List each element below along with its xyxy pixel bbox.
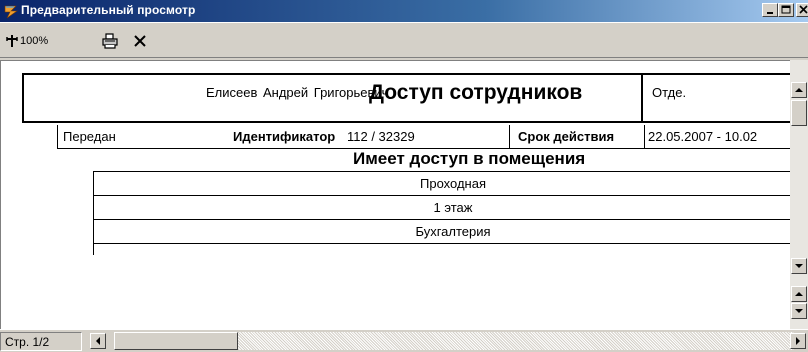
vertical-scrollbar[interactable]: [790, 60, 808, 329]
minimize-icon: [767, 12, 773, 14]
print-icon: [102, 33, 118, 49]
row-divider: [644, 125, 645, 149]
rooms-table: Проходная 1 этаж Бухгалтерия: [93, 171, 790, 255]
scroll-right-button[interactable]: [790, 333, 806, 349]
employee-box: Елисеев Андрей Григорьевич Отде.: [22, 73, 790, 123]
arrow-up-icon: [795, 88, 803, 92]
maximize-icon: [781, 5, 791, 14]
arrow-right-icon: [796, 337, 800, 345]
employee-name: Елисеев Андрей Григорьевич: [206, 85, 389, 100]
vertical-scroll-thumb[interactable]: [791, 100, 807, 126]
close-icon: [799, 5, 808, 14]
scroll-down-button[interactable]: [791, 258, 807, 274]
validity-value: 22.05.2007 - 10.02: [648, 129, 758, 144]
id-label: Идентификатор: [233, 129, 336, 144]
room-row: Бухгалтерия: [93, 219, 790, 243]
validity-label: Срок действия: [518, 129, 615, 144]
print-button[interactable]: [101, 30, 119, 52]
access-title: Имеет доступ в помещения: [353, 149, 586, 168]
arrow-down-icon: [795, 264, 803, 268]
toolbar: 100%: [0, 22, 808, 58]
id-value: 112 / 32329: [347, 129, 415, 144]
arrow-down-icon: [795, 309, 803, 313]
preview-page: Доступ сотрудников Елисеев Андрей Григор…: [0, 60, 790, 329]
row-border-left: [57, 125, 58, 149]
arrow-up-icon: [795, 292, 803, 296]
status-bar: Стр. 1/2: [0, 329, 808, 352]
room-row: 1 этаж: [93, 195, 790, 219]
app-icon: [4, 5, 18, 19]
status-value: Передан: [63, 129, 116, 144]
room-name: Бухгалтерия: [415, 224, 491, 239]
employee-details-row: Передан Идентификатор 112 / 32329 Срок д…: [1, 125, 790, 149]
close-preview-button[interactable]: [133, 30, 147, 52]
room-name: Проходная: [420, 176, 486, 191]
close-preview-icon: [134, 35, 146, 47]
scroll-down-button-2[interactable]: [791, 303, 807, 319]
room-row: Проходная: [93, 171, 790, 195]
row-divider: [509, 125, 510, 149]
department-label: Отде.: [652, 85, 687, 100]
close-window-button[interactable]: [796, 3, 808, 17]
room-name: 1 этаж: [433, 200, 473, 215]
page-indicator: Стр. 1/2: [0, 332, 82, 351]
zoom-button[interactable]: 100%: [6, 30, 48, 52]
scroll-left-button[interactable]: [90, 333, 106, 349]
zoom-label: 100%: [20, 35, 49, 47]
minimize-button[interactable]: [762, 3, 778, 17]
horizontal-scroll-thumb[interactable]: [114, 332, 238, 350]
horizontal-scrollbar[interactable]: [114, 332, 794, 350]
arrow-left-icon: [96, 337, 100, 345]
employee-box-divider: [641, 75, 643, 121]
scroll-up-button-2[interactable]: [791, 286, 807, 302]
maximize-button[interactable]: [778, 3, 794, 17]
scroll-up-button[interactable]: [791, 82, 807, 98]
window-title: Предварительный просмотр: [21, 3, 196, 17]
title-bar: Предварительный просмотр: [0, 0, 808, 22]
room-row-partial: [93, 243, 790, 255]
zoom-icon: [6, 35, 18, 47]
